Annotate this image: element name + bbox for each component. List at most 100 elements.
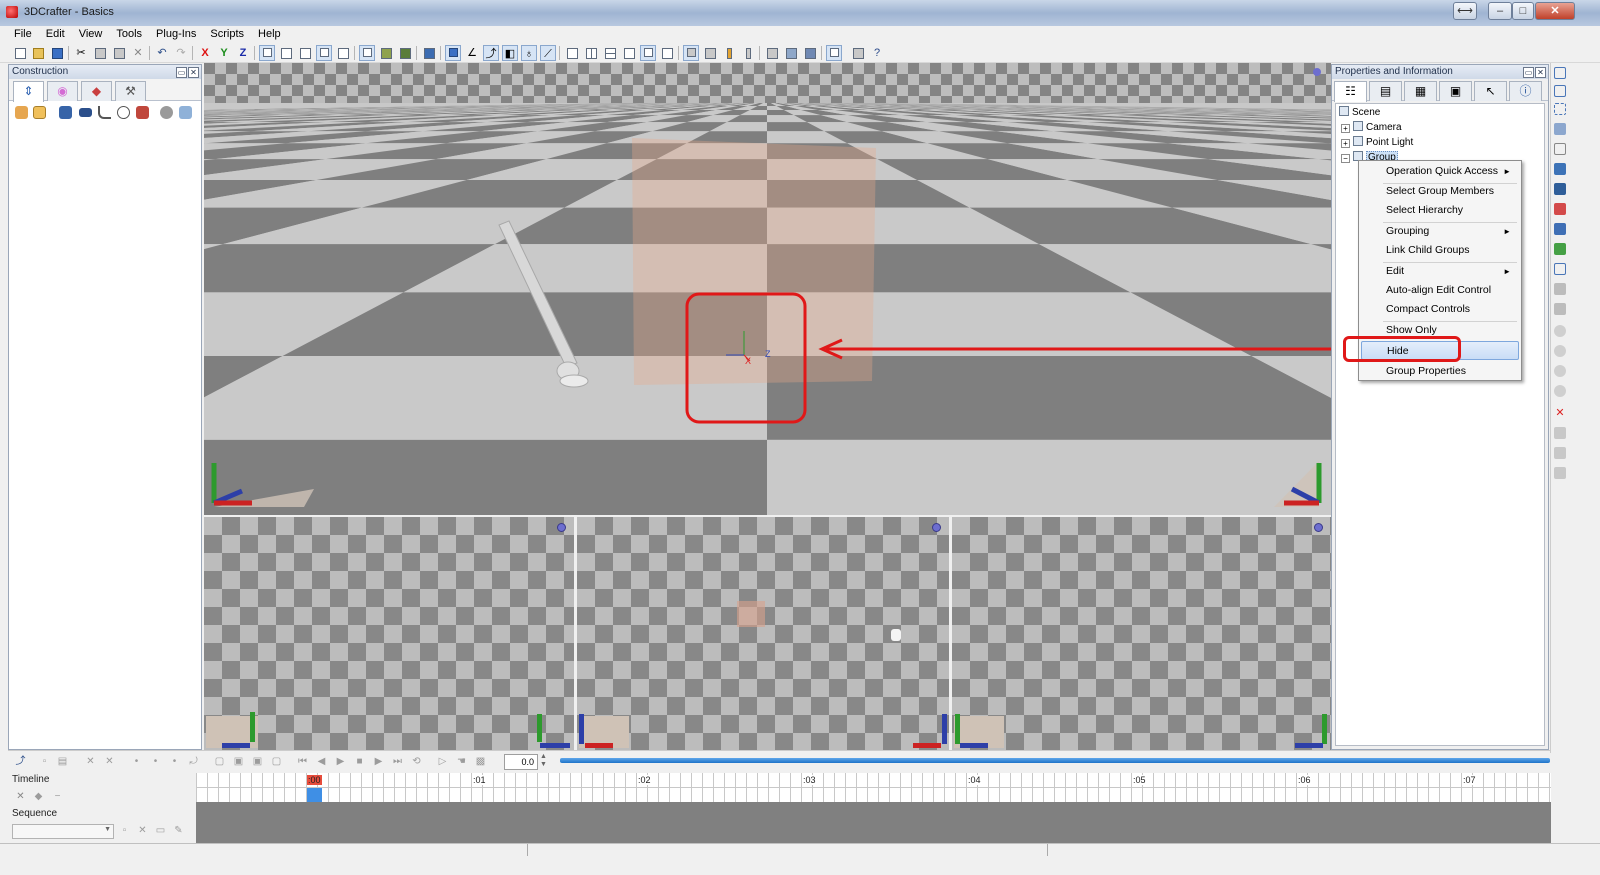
image-icon[interactable] xyxy=(783,45,799,61)
group-top-view[interactable] xyxy=(737,601,765,627)
menu-item-select-group-members[interactable]: Select Group Members xyxy=(1361,182,1519,201)
restore-icon[interactable]: ▭ xyxy=(176,67,187,78)
record-icon[interactable]: ▢ xyxy=(213,755,226,768)
tab-library[interactable]: ▣ xyxy=(1439,81,1472,101)
tree-item-scene[interactable]: Scene xyxy=(1339,106,1380,119)
rename-sequence-icon[interactable]: ✎ xyxy=(172,824,185,837)
copy-icon[interactable] xyxy=(92,45,108,61)
tab-folders[interactable]: ▦ xyxy=(1404,81,1437,101)
cube-tool-icon[interactable] xyxy=(59,106,72,119)
gear-icon[interactable] xyxy=(160,106,173,119)
step-back-icon[interactable]: ◀ xyxy=(315,755,328,768)
undo-icon[interactable]: ↶ xyxy=(154,45,170,61)
menu-item-select-hierarchy[interactable]: Select Hierarchy xyxy=(1361,201,1519,220)
menu-help[interactable]: Help xyxy=(258,26,281,43)
time-input[interactable]: 0.0 xyxy=(504,754,538,770)
time-spinner[interactable]: ▲ ▼ xyxy=(537,753,550,768)
camera-mode-icon[interactable]: ◧ xyxy=(502,45,518,61)
key-point-icon[interactable]: • xyxy=(130,755,143,768)
close-icon[interactable]: ✕ xyxy=(1535,67,1546,78)
menu-plugins[interactable]: Plug-Ins xyxy=(156,26,196,43)
select-icon[interactable] xyxy=(359,45,375,61)
record-icon[interactable]: ▣ xyxy=(232,755,245,768)
play-icon[interactable]: ▶ xyxy=(334,755,347,768)
help-icon[interactable]: ? xyxy=(869,45,885,61)
column-icon[interactable] xyxy=(740,45,756,61)
camera-record-icon[interactable]: ▩ xyxy=(474,755,487,768)
back-button[interactable]: ⟷ xyxy=(1453,2,1477,20)
timeline-ruler[interactable]: :00 :01 :02 :03 :04 :05 :06 :07 xyxy=(196,773,1551,802)
copy-sequence-icon[interactable]: ▭ xyxy=(154,824,167,837)
go-to-end-icon[interactable]: ⏭ xyxy=(391,755,404,768)
tree-item-camera[interactable]: + Camera xyxy=(1341,121,1402,134)
stick-top-view[interactable] xyxy=(891,629,901,641)
remove-track-icon[interactable]: ✕ xyxy=(14,790,27,803)
key-loop-icon[interactable]: ⤾ xyxy=(187,755,200,768)
close-button[interactable]: ✕ xyxy=(1535,2,1575,20)
zoom-selected-icon[interactable] xyxy=(278,45,294,61)
four-views-icon[interactable] xyxy=(621,45,637,61)
single-view-icon[interactable] xyxy=(564,45,580,61)
windows-icon[interactable] xyxy=(802,45,818,61)
split-horizontal-icon[interactable] xyxy=(602,45,618,61)
path-tool-icon[interactable] xyxy=(98,106,111,119)
view-settings-icon[interactable] xyxy=(1314,523,1323,532)
y-axis-button[interactable]: Y xyxy=(216,45,232,61)
tab-tools[interactable]: ⚒ xyxy=(115,81,146,101)
tab-info[interactable]: ⓘ xyxy=(1509,81,1542,101)
rotate-icon[interactable] xyxy=(1554,123,1566,135)
transform-icon[interactable] xyxy=(421,45,437,61)
texture-icon[interactable] xyxy=(378,45,394,61)
box-tool-icon[interactable] xyxy=(33,106,46,119)
edit-path-icon[interactable]: ⟋ xyxy=(540,45,556,61)
crop-icon[interactable] xyxy=(1554,263,1566,275)
move-icon[interactable] xyxy=(1554,243,1566,255)
menu-edit[interactable]: Edit xyxy=(46,26,65,43)
zoom-region-icon[interactable] xyxy=(316,45,332,61)
render-icon[interactable] xyxy=(764,45,780,61)
align-icon[interactable] xyxy=(1554,303,1566,315)
viewport-side[interactable] xyxy=(952,517,1331,750)
delete-key-icon[interactable]: ✕ xyxy=(84,755,97,768)
z-axis-button[interactable]: Z xyxy=(235,45,251,61)
menu-item-compact-controls[interactable]: Compact Controls xyxy=(1361,300,1519,319)
merge-icon[interactable] xyxy=(1554,467,1566,479)
delete-all-icon[interactable]: ✕ xyxy=(103,755,116,768)
tab-objects[interactable]: ◆ xyxy=(81,81,112,101)
zoom-fit-icon[interactable] xyxy=(259,45,275,61)
keys-icon[interactable]: ▤ xyxy=(56,755,69,768)
delete-sequence-icon[interactable]: ✕ xyxy=(136,824,149,837)
cone-icon[interactable] xyxy=(1554,365,1566,377)
collapse-icon[interactable]: − xyxy=(1341,154,1350,163)
menu-tools[interactable]: Tools xyxy=(116,26,142,43)
menu-scripts[interactable]: Scripts xyxy=(210,26,244,43)
eraser-icon[interactable] xyxy=(1554,203,1566,215)
time-slider[interactable] xyxy=(560,758,1550,763)
light-tool-icon[interactable] xyxy=(117,106,130,119)
torus-icon[interactable] xyxy=(1554,385,1566,397)
step-forward-icon[interactable]: ▶ xyxy=(372,755,385,768)
main-3d-viewport[interactable]: X Z xyxy=(204,63,1331,515)
pen-icon[interactable] xyxy=(1554,223,1566,235)
play-range-icon[interactable]: ▷ xyxy=(436,755,449,768)
tab-color[interactable]: ◉ xyxy=(47,81,78,101)
select-box-icon[interactable] xyxy=(1554,85,1566,97)
weld-icon[interactable] xyxy=(1554,427,1566,439)
lasso-icon[interactable] xyxy=(1554,103,1566,115)
menu-item-link-child-groups[interactable]: Link Child Groups xyxy=(1361,241,1519,260)
menu-item-group-properties[interactable]: Group Properties xyxy=(1361,362,1519,381)
curve-icon[interactable]: ⤴ xyxy=(14,755,27,768)
new-key-icon[interactable]: ▫ xyxy=(38,755,51,768)
sphere-icon[interactable] xyxy=(1554,325,1566,337)
menu-file[interactable]: File xyxy=(14,26,32,43)
tree-item-point-light[interactable]: + Point Light xyxy=(1341,136,1413,149)
menu-view[interactable]: View xyxy=(79,26,103,43)
tab-pointer[interactable]: ↖ xyxy=(1474,81,1507,101)
snap-icon[interactable] xyxy=(1554,283,1566,295)
open-folder-icon[interactable] xyxy=(30,45,46,61)
group-tool-icon[interactable] xyxy=(136,106,149,119)
playhead[interactable] xyxy=(307,788,322,802)
tab-move[interactable]: ⇕ xyxy=(13,81,44,102)
expand-icon[interactable]: + xyxy=(1341,139,1350,148)
pointer-icon[interactable] xyxy=(1554,67,1566,79)
